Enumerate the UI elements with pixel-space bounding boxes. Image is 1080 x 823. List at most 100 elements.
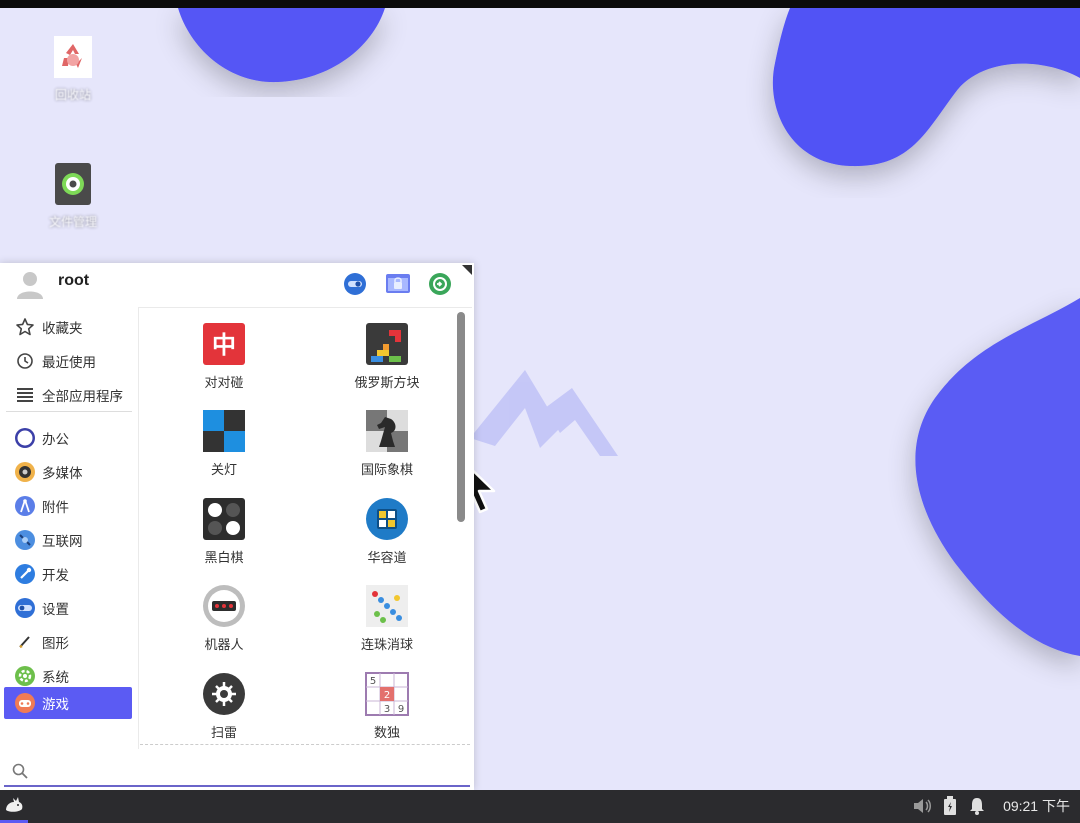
multimedia-icon bbox=[14, 461, 36, 483]
battery-button[interactable] bbox=[940, 796, 960, 816]
sidebar-item-multimedia[interactable]: 多媒体 bbox=[4, 456, 132, 488]
menu-header: root bbox=[0, 263, 474, 305]
desktop-icon-label: 文件管理 bbox=[48, 215, 97, 229]
clock-icon bbox=[14, 350, 36, 372]
sidebar-item-label: 全部应用程序 bbox=[42, 389, 123, 405]
sudoku-icon: 5 2 3 9 bbox=[365, 672, 409, 716]
sudoku-digit: 9 bbox=[398, 704, 404, 715]
volume-icon bbox=[914, 799, 931, 813]
app-grid-scrollbar[interactable] bbox=[457, 312, 465, 522]
app-item-five-or-more[interactable]: 连珠消球 bbox=[317, 584, 457, 653]
app-name: 俄罗斯方块 bbox=[354, 376, 420, 391]
start-menu: root 收藏夹 最近使用 全部应用程序 办公 多媒体 附件 互联网 开发 设置… bbox=[0, 263, 474, 790]
volume-button[interactable] bbox=[912, 796, 932, 816]
top-edge bbox=[0, 0, 1080, 8]
search-input[interactable] bbox=[34, 760, 454, 782]
sidebar-item-label: 最近使用 bbox=[42, 355, 96, 371]
sidebar-item-label: 多媒体 bbox=[42, 466, 83, 482]
sidebar-item-label: 办公 bbox=[42, 432, 69, 448]
sidebar-item-label: 系统 bbox=[42, 670, 69, 686]
five-or-more-icon bbox=[365, 584, 409, 628]
desktop-icon-label: 回收站 bbox=[54, 88, 91, 102]
sidebar-item-accessories[interactable]: 附件 bbox=[4, 490, 132, 522]
games-icon bbox=[14, 692, 36, 714]
app-name: 国际象棋 bbox=[360, 463, 413, 478]
sidebar-item-settings[interactable]: 设置 bbox=[4, 592, 132, 624]
sidebar-item-all-apps[interactable]: 全部应用程序 bbox=[4, 379, 132, 411]
settings-toggle-button[interactable] bbox=[342, 271, 368, 297]
app-item-tetris[interactable]: 俄罗斯方块 bbox=[317, 322, 457, 391]
desktop-icon-recycle-bin[interactable]: 回收站 bbox=[28, 36, 118, 103]
office-icon bbox=[14, 427, 36, 449]
sidebar-item-label: 设置 bbox=[42, 602, 69, 618]
app-name: 华容道 bbox=[367, 551, 407, 566]
taskbar: 09:21 下午 bbox=[0, 790, 1080, 823]
app-item-reversi[interactable]: 黑白棋 bbox=[154, 497, 294, 566]
menu-search-bar bbox=[0, 754, 474, 788]
tetris-icon bbox=[365, 322, 409, 366]
sidebar-item-label: 图形 bbox=[42, 636, 69, 652]
app-item-chess[interactable]: 国际象棋 bbox=[317, 409, 457, 478]
sidebar-item-graphics[interactable]: 图形 bbox=[4, 626, 132, 658]
app-name: 数独 bbox=[373, 726, 400, 741]
app-item-sudoku[interactable]: 5 2 3 9 数独 bbox=[317, 672, 457, 741]
start-logo-icon bbox=[6, 797, 23, 812]
app-item-robots[interactable]: 机器人 bbox=[154, 584, 294, 653]
sidebar-item-games[interactable]: 游戏 bbox=[4, 687, 132, 719]
sidebar-item-label: 游戏 bbox=[42, 697, 69, 713]
lights-off-icon bbox=[202, 409, 246, 453]
notifications-button[interactable] bbox=[967, 796, 987, 816]
app-item-klotski[interactable]: 华容道 bbox=[317, 497, 457, 566]
sidebar-divider bbox=[6, 411, 132, 412]
file-manager-icon bbox=[54, 163, 92, 205]
sudoku-digit: 5 bbox=[370, 676, 376, 687]
wallpaper-logo-mark bbox=[470, 370, 618, 456]
mines-icon bbox=[202, 672, 246, 716]
reversi-icon bbox=[202, 497, 246, 541]
app-grid-bottom-border bbox=[140, 744, 470, 745]
start-menu-button[interactable] bbox=[0, 790, 28, 820]
lock-screen-icon bbox=[386, 274, 410, 293]
accessories-icon bbox=[14, 495, 36, 517]
sidebar-item-label: 收藏夹 bbox=[42, 321, 83, 337]
username: root bbox=[58, 272, 90, 289]
app-grid: 中 对对碰 俄罗斯方块 关灯 国际象棋 黑白棋 华容道 机器人 连珠消球 扫雷 … bbox=[138, 307, 472, 749]
lock-screen-button[interactable] bbox=[384, 271, 412, 297]
app-name: 连珠消球 bbox=[360, 638, 413, 653]
desktop-icon-file-manager[interactable]: 文件管理 bbox=[28, 163, 118, 230]
app-item-mines[interactable]: 扫雷 bbox=[154, 672, 294, 741]
klotski-icon bbox=[365, 497, 409, 541]
user-avatar-icon[interactable] bbox=[15, 269, 45, 299]
sudoku-digit: 2 bbox=[384, 690, 390, 701]
sudoku-digit: 3 bbox=[384, 704, 390, 715]
app-name: 机器人 bbox=[204, 638, 244, 653]
recycle-bin-icon bbox=[54, 36, 92, 78]
app-name: 黑白棋 bbox=[204, 551, 244, 566]
power-button[interactable] bbox=[427, 271, 453, 297]
app-name: 扫雷 bbox=[210, 726, 237, 741]
chess-icon bbox=[365, 409, 409, 453]
notification-bell-icon bbox=[970, 798, 984, 815]
settings-toggle-icon bbox=[344, 273, 366, 295]
taskbar-clock[interactable]: 09:21 下午 bbox=[1003, 796, 1070, 816]
graphics-icon bbox=[14, 631, 36, 653]
list-icon bbox=[14, 384, 36, 406]
star-icon bbox=[14, 316, 36, 338]
sidebar-item-label: 附件 bbox=[42, 500, 69, 516]
menu-sidebar: 收藏夹 最近使用 全部应用程序 办公 多媒体 附件 互联网 开发 设置 图形 系… bbox=[0, 307, 138, 747]
sidebar-item-office[interactable]: 办公 bbox=[4, 422, 132, 454]
mahjong-glyph: 中 bbox=[212, 331, 236, 359]
sidebar-item-internet[interactable]: 互联网 bbox=[4, 524, 132, 556]
sidebar-item-label: 互联网 bbox=[42, 534, 83, 550]
sidebar-item-recent[interactable]: 最近使用 bbox=[4, 345, 132, 377]
robots-icon bbox=[202, 584, 246, 628]
app-item-lights-off[interactable]: 关灯 bbox=[154, 409, 294, 478]
sidebar-item-favorites[interactable]: 收藏夹 bbox=[4, 311, 132, 343]
app-item-mahjong[interactable]: 中 对对碰 bbox=[154, 322, 294, 391]
sidebar-item-development[interactable]: 开发 bbox=[4, 558, 132, 590]
system-icon bbox=[14, 665, 36, 687]
search-icon bbox=[12, 763, 28, 779]
development-icon bbox=[14, 563, 36, 585]
app-name: 关灯 bbox=[210, 463, 237, 478]
battery-icon bbox=[944, 796, 956, 815]
